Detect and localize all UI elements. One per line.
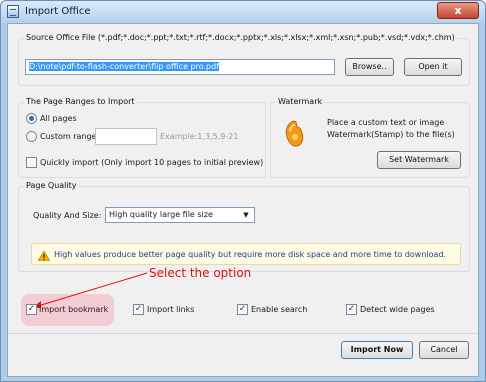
quality-size-select[interactable]: High quality large file size ▼	[105, 207, 255, 223]
browse-button[interactable]: Browse..	[345, 58, 394, 76]
source-file-group-label: Source Office File (*.pdf;*.doc;*.ppt;*.…	[24, 33, 457, 42]
window-title: Import Office	[25, 6, 91, 17]
watermark-description-line2: Watermark(Stamp) to the file(s)	[327, 130, 455, 139]
page-quality-group-label: Page Quality	[24, 181, 79, 190]
set-watermark-button[interactable]: Set Watermark	[377, 151, 461, 169]
custom-range-radio[interactable]	[26, 131, 37, 142]
watermark-group: Watermark Place a custom text or image W…	[270, 97, 470, 178]
all-pages-radio[interactable]	[26, 113, 37, 124]
page-ranges-group-label: The Page Ranges to Import	[24, 97, 137, 106]
custom-range-label: Custom range:	[40, 132, 100, 141]
detect-wide-pages-checkbox[interactable]: ✓	[346, 304, 357, 315]
warning-icon	[38, 251, 50, 261]
enable-search-checkbox[interactable]: ✓	[237, 304, 248, 315]
import-office-window: Import Office x Source Office File (*.pd…	[0, 0, 486, 382]
quality-size-label: Quality And Size:	[33, 211, 102, 220]
import-now-button[interactable]: Import Now	[341, 341, 413, 359]
footer-separator	[8, 333, 478, 334]
quality-info-bar: High values produce better page quality …	[31, 243, 461, 265]
import-links-label: Import links	[147, 305, 195, 314]
import-bookmark-label: Import bookmark	[39, 305, 109, 314]
enable-search-label: Enable search	[251, 305, 308, 314]
watermark-description-line1: Place a custom text or image	[327, 118, 445, 127]
open-it-button[interactable]: Open it	[404, 58, 462, 76]
close-button[interactable]: x	[437, 2, 479, 19]
import-bookmark-checkbox[interactable]: ✓	[26, 304, 37, 315]
cancel-button[interactable]: Cancel	[419, 341, 469, 359]
source-file-path-input[interactable]: D:\note\pdf-to-flash-converter\flip offi…	[25, 59, 335, 75]
title-bar[interactable]: Import Office x	[1, 1, 485, 23]
quick-import-checkbox[interactable]	[26, 157, 37, 168]
chevron-down-icon: ▼	[243, 211, 249, 219]
source-file-group: Source Office File (*.pdf;*.doc;*.ppt;*.…	[18, 33, 470, 86]
page-ranges-group: The Page Ranges to Import All pages Cust…	[18, 97, 266, 178]
quality-size-value: High quality large file size	[109, 210, 213, 219]
page-quality-group: Page Quality Quality And Size: High qual…	[18, 181, 470, 272]
detect-wide-pages-label: Detect wide pages	[360, 305, 435, 314]
source-file-path-value: D:\note\pdf-to-flash-converter\flip offi…	[29, 62, 220, 71]
quality-info-text: High values produce better page quality …	[54, 250, 447, 259]
app-window-icon	[7, 5, 19, 18]
custom-range-example: Example:1,3,5,9-21	[160, 132, 239, 141]
custom-range-input[interactable]	[95, 128, 157, 145]
watermark-group-label: Watermark	[276, 97, 325, 106]
all-pages-label: All pages	[40, 114, 77, 123]
annotation-label: Select the option	[149, 266, 252, 280]
import-links-checkbox[interactable]: ✓	[133, 304, 144, 315]
quick-import-label: Quickly import (Only import 10 pages to …	[40, 158, 264, 167]
hand-stamp-icon	[285, 120, 304, 147]
dialog-body: Source Office File (*.pdf;*.doc;*.ppt;*.…	[7, 23, 479, 377]
